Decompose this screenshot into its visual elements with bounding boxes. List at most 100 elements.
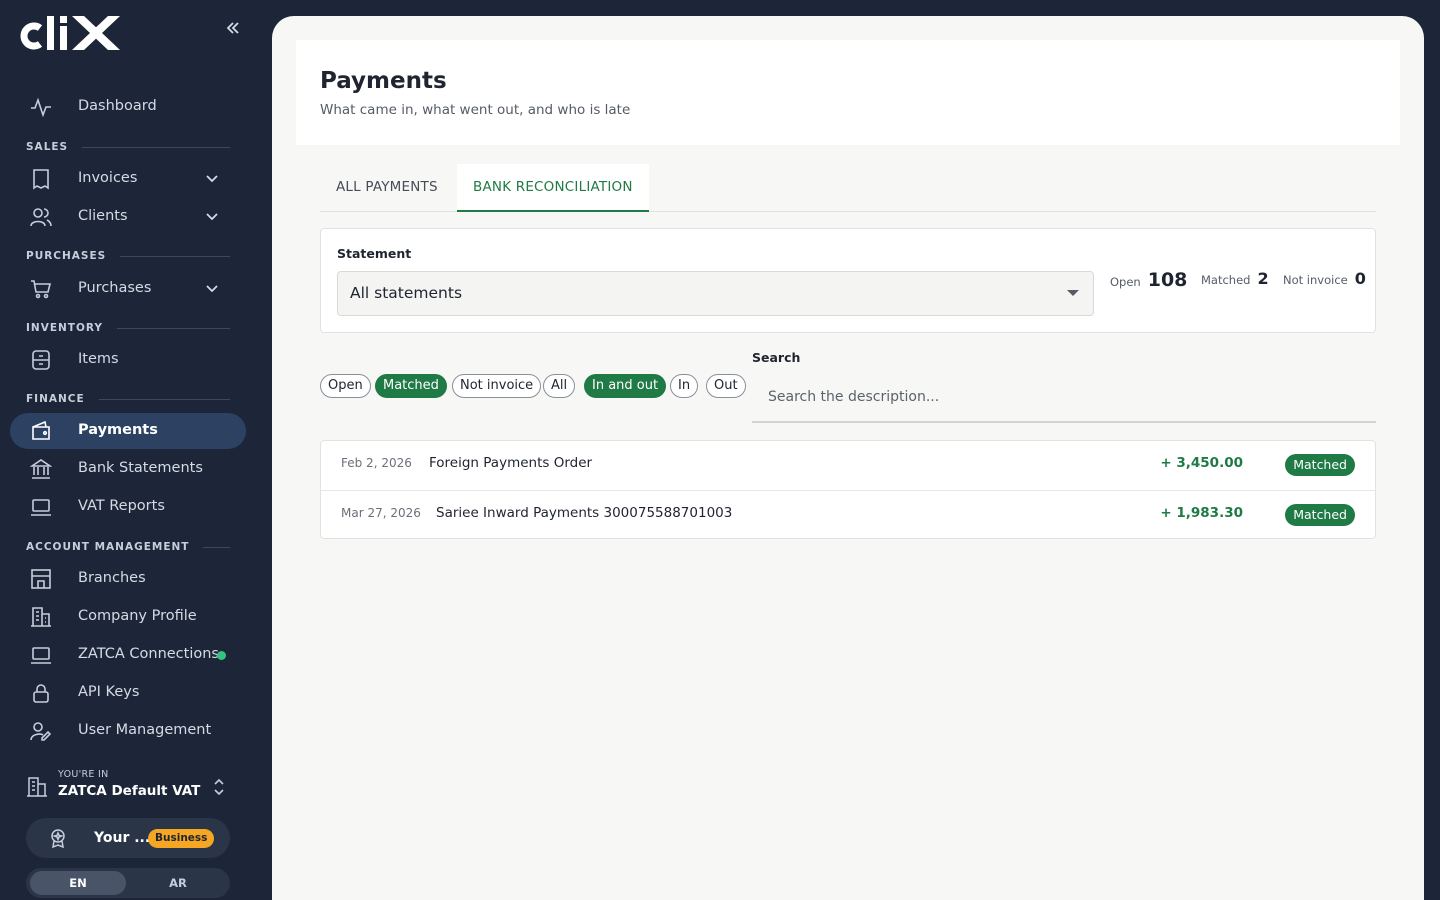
sidebar-item-payments[interactable]: Payments bbox=[10, 413, 246, 449]
transaction-row[interactable]: Mar 27, 2026 Sariee Inward Payments 3000… bbox=[321, 490, 1375, 539]
clix-logo[interactable] bbox=[16, 10, 122, 54]
caret-down-icon bbox=[1067, 290, 1079, 296]
stat-label: Open bbox=[1110, 275, 1141, 289]
tenant-switcher[interactable]: YOU'RE IN ZATCA Default VAT bbox=[26, 766, 232, 808]
section-finance: FINANCE bbox=[26, 392, 230, 406]
transaction-amount: + 1,983.30 bbox=[1160, 505, 1243, 521]
statement-card: Statement All statements Open 108 Matche… bbox=[320, 228, 1376, 333]
stat-open: Open 108 bbox=[1110, 269, 1187, 291]
laptop-icon bbox=[30, 644, 52, 666]
sidebar-item-clients[interactable]: Clients bbox=[10, 199, 246, 235]
chevron-down-icon[interactable] bbox=[204, 280, 220, 296]
filter-all[interactable]: All bbox=[543, 374, 576, 398]
plan-button[interactable]: Your ... Business bbox=[26, 818, 230, 858]
filter-out[interactable]: Out bbox=[706, 374, 746, 398]
status-dot bbox=[217, 651, 226, 660]
filter-open[interactable]: Open bbox=[320, 374, 371, 398]
stat-label: Not invoice bbox=[1283, 273, 1348, 287]
transaction-row[interactable]: Feb 2, 2026 Foreign Payments Order + 3,4… bbox=[321, 441, 1375, 490]
statement-label: Statement bbox=[337, 246, 412, 261]
sidebar-item-label: User Management bbox=[78, 722, 212, 738]
stat-value: 108 bbox=[1147, 269, 1188, 291]
main-content: Payments What came in, what went out, an… bbox=[272, 16, 1424, 900]
sidebar-item-label: Company Profile bbox=[78, 608, 197, 624]
plan-text: Your ... bbox=[94, 830, 151, 846]
sidebar-item-branches[interactable]: Branches bbox=[10, 561, 246, 597]
chevron-down-icon[interactable] bbox=[204, 208, 220, 224]
filter-not-invoice[interactable]: Not invoice bbox=[452, 374, 542, 398]
sidebar-item-items[interactable]: Items bbox=[10, 342, 246, 378]
stat-label: Matched bbox=[1201, 273, 1251, 287]
store-icon bbox=[30, 568, 52, 590]
archive-icon bbox=[30, 349, 52, 371]
collapse-sidebar-button[interactable] bbox=[222, 20, 244, 42]
bank-icon bbox=[29, 458, 53, 480]
sidebar-item-api-keys[interactable]: API Keys bbox=[10, 675, 246, 711]
transaction-description: Foreign Payments Order bbox=[429, 455, 593, 471]
filter-matched[interactable]: Matched bbox=[375, 374, 447, 398]
sidebar: Dashboard SALES Invoices Clients PURCHAS… bbox=[0, 0, 272, 900]
double-chevron-left-icon bbox=[226, 22, 239, 34]
chevron-up-down-icon bbox=[212, 776, 226, 798]
stat-not-invoice: Not invoice 0 bbox=[1283, 269, 1366, 288]
sidebar-item-label: Branches bbox=[78, 570, 146, 586]
section-purchases: PURCHASES bbox=[26, 249, 230, 263]
section-label: ACCOUNT MANAGEMENT bbox=[26, 541, 190, 553]
section-label: INVENTORY bbox=[26, 322, 103, 334]
sidebar-item-label: Payments bbox=[78, 422, 158, 438]
plan-badge: Business bbox=[148, 829, 215, 848]
transaction-amount: + 3,450.00 bbox=[1160, 455, 1243, 471]
filter-in-and-out[interactable]: In and out bbox=[584, 374, 667, 398]
stat-value: 2 bbox=[1257, 269, 1269, 288]
section-inventory: INVENTORY bbox=[26, 321, 230, 335]
stat-value: 0 bbox=[1354, 269, 1366, 288]
section-label: FINANCE bbox=[26, 393, 85, 405]
sidebar-item-bank-statements[interactable]: Bank Statements bbox=[10, 451, 246, 487]
activity-icon bbox=[30, 96, 52, 118]
building-icon bbox=[30, 606, 52, 628]
sidebar-item-user-management[interactable]: User Management bbox=[10, 713, 246, 749]
users-icon bbox=[30, 206, 52, 228]
transaction-date: Mar 27, 2026 bbox=[341, 506, 421, 520]
sidebar-item-label: API Keys bbox=[78, 684, 140, 700]
sidebar-item-invoices[interactable]: Invoices bbox=[10, 161, 246, 197]
cart-icon bbox=[30, 278, 52, 300]
stat-matched: Matched 2 bbox=[1201, 269, 1269, 288]
wallet-icon bbox=[30, 420, 52, 442]
section-account-management: ACCOUNT MANAGEMENT bbox=[26, 540, 230, 554]
transaction-date: Feb 2, 2026 bbox=[341, 456, 412, 470]
lang-en-button[interactable]: EN bbox=[30, 871, 126, 895]
statement-select[interactable]: All statements bbox=[337, 271, 1094, 316]
sidebar-item-dashboard[interactable]: Dashboard bbox=[10, 89, 246, 125]
section-label: PURCHASES bbox=[26, 250, 107, 262]
sidebar-item-label: Clients bbox=[78, 208, 128, 224]
sidebar-item-zatca-connections[interactable]: ZATCA Connections bbox=[10, 637, 246, 673]
statement-select-value: All statements bbox=[350, 284, 463, 302]
sidebar-item-company-profile[interactable]: Company Profile bbox=[10, 599, 246, 635]
transactions-list: Feb 2, 2026 Foreign Payments Order + 3,4… bbox=[320, 440, 1376, 539]
chevron-down-icon[interactable] bbox=[204, 170, 220, 186]
sidebar-item-label: Invoices bbox=[78, 170, 138, 186]
sidebar-item-label: ZATCA Connections bbox=[78, 646, 219, 662]
sidebar-item-label: Purchases bbox=[78, 280, 152, 296]
search-label: Search bbox=[752, 350, 801, 365]
user-edit-icon bbox=[30, 720, 52, 742]
tab-bank-reconciliation[interactable]: BANK RECONCILIATION bbox=[457, 164, 649, 212]
award-icon bbox=[48, 828, 68, 849]
page-title: Payments bbox=[320, 68, 447, 94]
tenant-caption: YOU'RE IN bbox=[58, 769, 109, 780]
search-field bbox=[752, 375, 1376, 423]
tab-all-payments[interactable]: ALL PAYMENTS bbox=[320, 164, 454, 212]
tabs: ALL PAYMENTS BANK RECONCILIATION bbox=[320, 164, 1376, 212]
filter-in[interactable]: In bbox=[670, 374, 699, 398]
status-badge: Matched bbox=[1285, 504, 1355, 526]
sidebar-item-purchases[interactable]: Purchases bbox=[10, 271, 246, 307]
lang-ar-button[interactable]: AR bbox=[130, 871, 226, 895]
lock-icon bbox=[30, 682, 52, 704]
status-badge: Matched bbox=[1285, 454, 1355, 476]
search-input[interactable] bbox=[752, 375, 1376, 419]
page-header: Payments What came in, what went out, an… bbox=[296, 40, 1400, 145]
tenant-name: ZATCA Default VAT bbox=[58, 783, 201, 799]
sidebar-item-vat-reports[interactable]: VAT Reports bbox=[10, 489, 246, 525]
sidebar-item-label: Items bbox=[78, 351, 119, 367]
